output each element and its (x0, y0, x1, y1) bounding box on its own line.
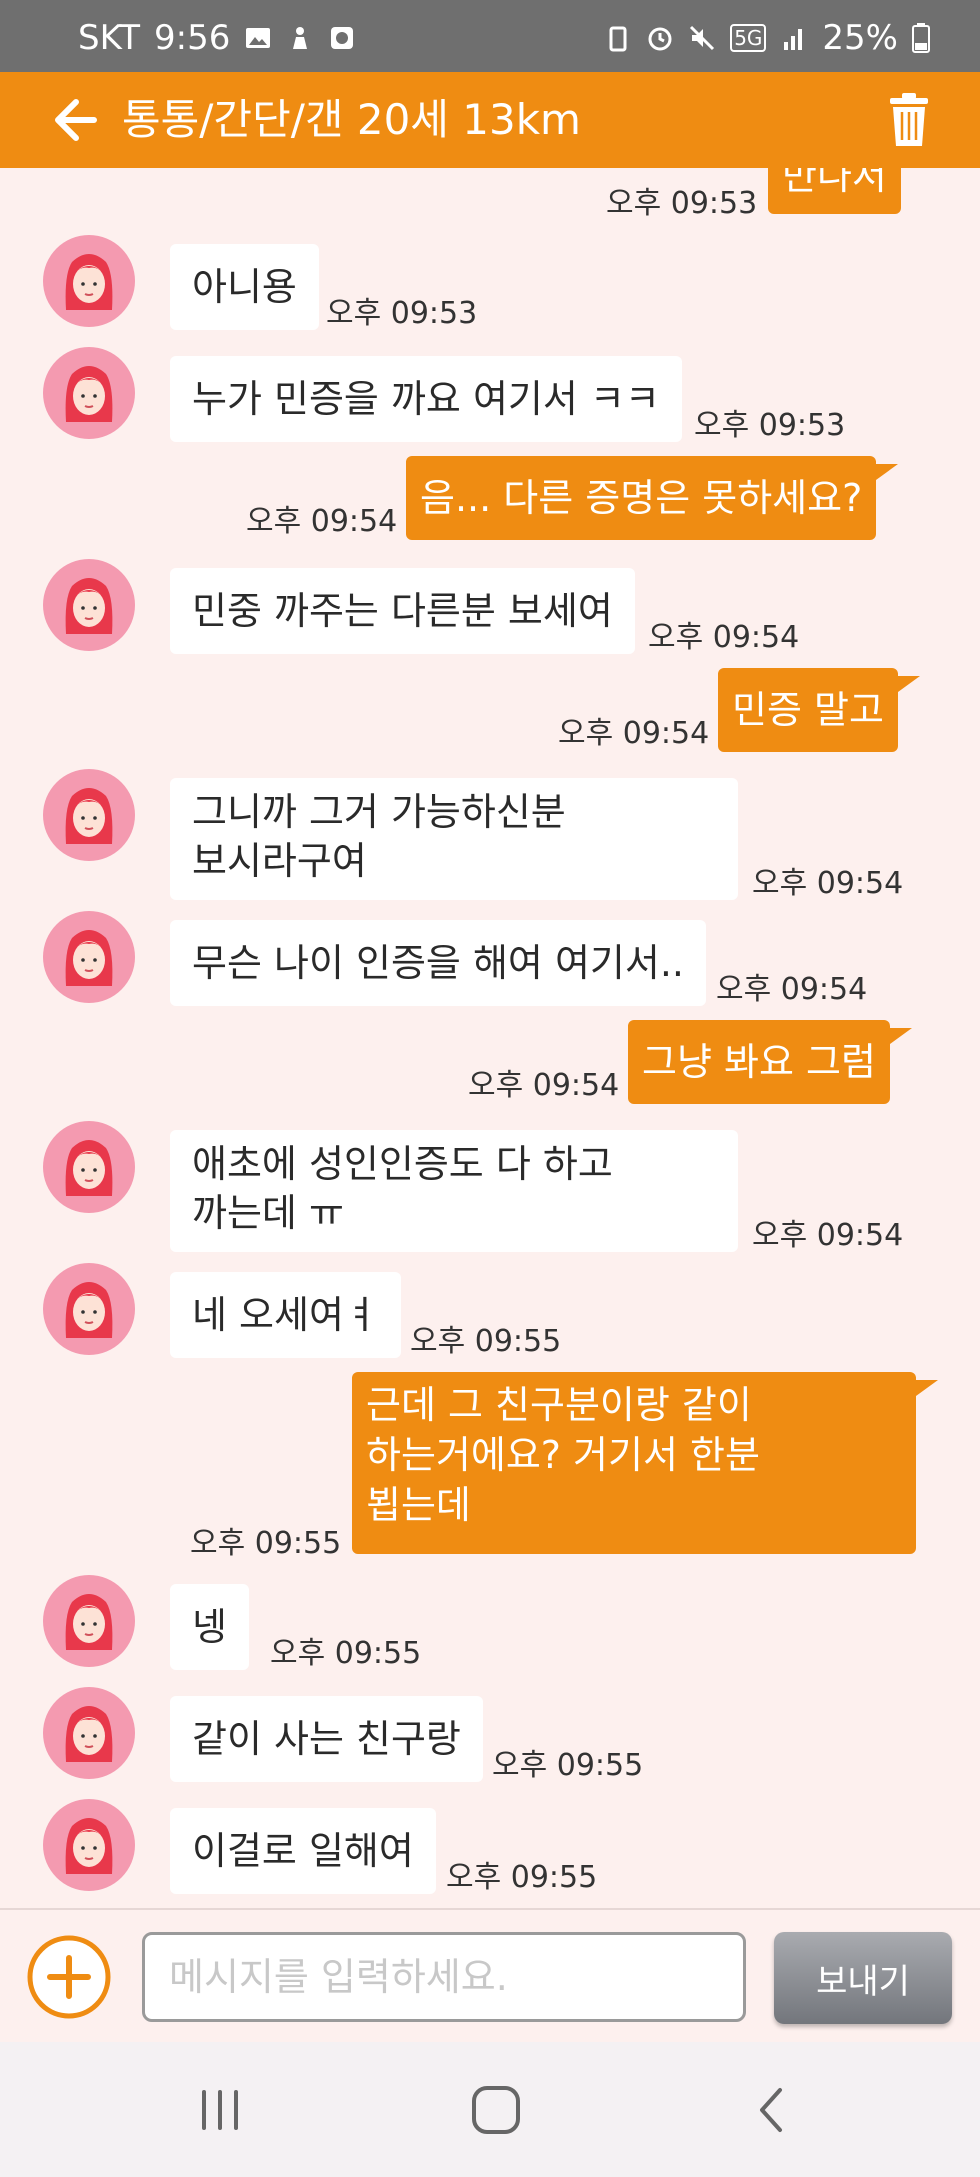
message-time: 오후 09:55 (270, 1636, 422, 1671)
message-bubble-outgoing[interactable]: 근데 그 친구분이랑 같이 하는거에요? 거기서 한분 뵙는데 (352, 1372, 938, 1554)
back-arrow-icon[interactable] (50, 94, 106, 146)
message-time: 오후 09:54 (716, 972, 868, 1007)
message-bubble-incoming[interactable]: 민중 까주는 다른분 보세여 (170, 568, 635, 654)
battery-saver-icon (609, 26, 627, 52)
gallery-icon (246, 28, 271, 48)
clock: 9:56 (154, 18, 231, 58)
message-input[interactable] (142, 1932, 746, 2022)
message-time: 오후 09:54 (246, 504, 398, 539)
message-composer: 보내기 (0, 1908, 980, 2044)
avatar[interactable] (42, 1798, 136, 1892)
avatar[interactable] (42, 346, 136, 440)
send-button[interactable]: 보내기 (774, 1932, 952, 2024)
message-time: 오후 09:54 (752, 866, 904, 901)
battery-icon (912, 23, 930, 53)
status-bar: SKT 9:56 5G 25% (0, 0, 980, 72)
chat-header: 통통/간단/갠 20세 13km (0, 72, 980, 168)
plus-circle-icon[interactable] (26, 1934, 112, 2020)
message-bubble-incoming[interactable]: 애초에 성인인증도 다 하고 까는데 ㅠ (170, 1130, 738, 1252)
back-chevron-icon[interactable] (742, 2084, 802, 2136)
avatar[interactable] (42, 1574, 136, 1668)
message-time: 오후 09:53 (326, 296, 478, 331)
avatar[interactable] (42, 910, 136, 1004)
message-time: 오후 09:55 (446, 1860, 598, 1895)
message-time: 오후 09:54 (648, 620, 800, 655)
avatar[interactable] (42, 768, 136, 862)
message-bubble-incoming[interactable]: 이걸로 일해여 (170, 1808, 436, 1894)
network-badge: 5G (730, 24, 767, 52)
message-time: 오후 09:55 (190, 1526, 342, 1561)
message-time: 오후 09:54 (468, 1068, 620, 1103)
message-bubble-outgoing[interactable]: 민증 말고 (718, 668, 920, 752)
avatar[interactable] (42, 234, 136, 328)
message-time: 오후 09:53 (694, 408, 846, 443)
message-bubble-outgoing[interactable]: 만나서 (768, 168, 901, 214)
trash-icon[interactable] (886, 92, 932, 148)
mute-icon (690, 25, 715, 51)
message-bubble-outgoing[interactable]: 음... 다른 증명은 못하세요? (406, 456, 899, 540)
message-bubble-incoming[interactable]: 아니용 (170, 244, 319, 330)
message-bubble-incoming[interactable]: 넹 (170, 1584, 249, 1670)
avatar[interactable] (42, 1686, 136, 1780)
message-time: 오후 09:55 (492, 1748, 644, 1783)
message-time: 오후 09:54 (752, 1218, 904, 1253)
system-nav-bar (0, 2042, 980, 2177)
message-bubble-incoming[interactable]: 같이 사는 친구랑 (170, 1696, 483, 1782)
battery-percent: 25% (822, 18, 898, 58)
chat-title: 통통/간단/갠 20세 13km (122, 95, 581, 144)
recents-icon[interactable] (190, 2084, 250, 2136)
message-time: 오후 09:53 (606, 186, 758, 221)
message-bubble-incoming[interactable]: 무슨 나이 인증을 해여 여기서.. (170, 920, 706, 1006)
message-bubble-incoming[interactable]: 누가 민증을 까요 여기서 ㅋㅋ (170, 356, 682, 442)
message-time: 오후 09:55 (410, 1324, 562, 1359)
carrier-label: SKT (78, 18, 141, 58)
home-icon[interactable] (466, 2084, 526, 2136)
message-bubble-incoming[interactable]: 네 오세여ㅕ (170, 1272, 401, 1358)
message-time: 오후 09:54 (558, 716, 710, 751)
person-icon (293, 27, 308, 49)
message-bubble-incoming[interactable]: 그니까 그거 가능하신분 보시라구여 (170, 778, 738, 900)
message-bubble-outgoing[interactable]: 그냥 봐요 그럼 (628, 1020, 912, 1104)
avatar[interactable] (42, 1262, 136, 1356)
clock-app-icon (331, 27, 354, 49)
signal-icon (784, 29, 803, 50)
avatar[interactable] (42, 558, 136, 652)
message-list[interactable]: 만나서 오후 09:53 아니용 오후 09:53 누가 민증을 까요 여기서 … (0, 168, 980, 1908)
alarm-icon (648, 27, 672, 51)
avatar[interactable] (42, 1120, 136, 1214)
